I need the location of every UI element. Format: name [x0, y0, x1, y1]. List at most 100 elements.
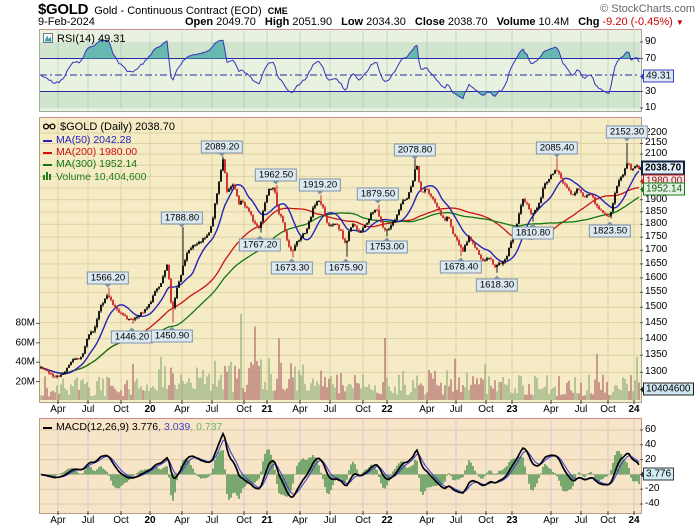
xtick-main: 22	[381, 404, 392, 415]
price-ytick: 1900	[645, 195, 667, 205]
volume-value-tag: 10404600	[643, 383, 694, 396]
volume-bars-icon	[43, 171, 52, 183]
price-annotation: 1678.40	[440, 261, 482, 274]
price-ytick: 1350	[645, 350, 667, 360]
xtick-main: Oct	[236, 404, 252, 415]
price-annotation: 1879.50	[357, 188, 399, 201]
price-annotation: 2152.30	[606, 126, 648, 139]
close-value: 2038.70	[448, 16, 488, 28]
volume-label: Volume	[497, 16, 536, 28]
price-annotation: 2078.80	[394, 144, 436, 157]
xtick-main: Jul	[82, 404, 95, 415]
high-value: 2051.90	[292, 16, 332, 28]
price-ytick: 1650	[645, 259, 667, 269]
macd-ytick: -20	[645, 484, 659, 494]
xtick-macd: Jul	[450, 515, 463, 526]
xtick-macd: Jul	[206, 515, 219, 526]
rsi-ytick: 70	[645, 54, 656, 64]
ma300-legend: MA(300) 1952.14	[56, 159, 137, 170]
volume-value: 10.4M	[539, 16, 570, 28]
xtick-macd: Oct	[355, 515, 371, 526]
macd-ytick: -40	[645, 499, 659, 509]
ma50-legend: MA(50) 2042.28	[56, 135, 131, 146]
xtick-main: Jul	[450, 404, 463, 415]
quote-line: 9-Feb-2024 Open2049.70 High2051.90 Low20…	[38, 16, 684, 28]
xtick-main: Jul	[575, 404, 588, 415]
price-annotation: 1673.30	[271, 262, 313, 275]
price-legend-title: $GOLD (Daily) 2038.70	[60, 122, 175, 133]
price-ytick: 1400	[645, 334, 667, 344]
rsi-indicator-icon	[43, 33, 53, 46]
low-value: 2034.30	[366, 16, 406, 28]
macd-ytick: 20	[645, 455, 656, 465]
macd-legend-hist: , 0.737	[190, 422, 222, 433]
price-annotation: 1919.20	[299, 179, 341, 192]
xtick-macd: 22	[381, 515, 392, 526]
rsi-legend-label: RSI(14) 49.31	[57, 34, 125, 45]
xtick-main: Oct	[600, 404, 616, 415]
macd-ytick: 60	[645, 425, 656, 435]
chg-down-triangle-icon: ▼	[676, 18, 684, 27]
xtick-macd: Oct	[600, 515, 616, 526]
rsi-ytick: 90	[645, 37, 656, 47]
volume-ytick: 80M	[0, 318, 35, 329]
price-annotation: 1446.20	[111, 331, 153, 344]
price-annotation: 1675.90	[325, 262, 367, 275]
price-annotation: 2089.20	[201, 141, 243, 154]
volume-ytick: 40M	[0, 357, 35, 368]
price-annotation: 2085.40	[536, 142, 578, 155]
xtick-macd: 21	[261, 515, 272, 526]
xtick-macd: Apr	[419, 515, 435, 526]
ma300-value-tag: 1952.14	[643, 183, 685, 196]
quote-date: 9-Feb-2024	[38, 16, 185, 28]
xtick-macd: Apr	[50, 515, 66, 526]
stockcharts-credit-link[interactable]: © StockCharts.com	[600, 3, 695, 15]
macd-legend-main: MACD(12,26,9) 3.776	[56, 422, 158, 433]
macd-ytick: 40	[645, 440, 656, 450]
price-annotation: 1962.50	[255, 169, 297, 182]
price-ytick: 1500	[645, 302, 667, 312]
price-ytick: 1850	[645, 207, 667, 217]
macd-value-tag: 3.776	[643, 468, 674, 481]
chg-value: -9.20 (-0.45%)	[603, 16, 673, 28]
open-label: Open	[185, 16, 213, 28]
xtick-main: 23	[506, 404, 517, 415]
ma300-line-icon	[43, 164, 52, 166]
volume-ytick: 60M	[0, 338, 35, 349]
price-annotation: 1767.20	[239, 239, 281, 252]
price-annotation: 1823.50	[589, 225, 631, 238]
ma200-line-icon	[43, 152, 52, 154]
inspect-glasses-icon	[43, 121, 56, 133]
last-price-tag: 2038.70	[641, 161, 685, 176]
price-ytick: 1550	[645, 287, 667, 297]
xtick-macd: Oct	[236, 515, 252, 526]
xtick-main: Oct	[355, 404, 371, 415]
xtick-macd: Apr	[543, 515, 559, 526]
price-ytick: 1800	[645, 219, 667, 229]
price-ytick: 1700	[645, 245, 667, 255]
exchange: CME	[268, 6, 288, 16]
price-ytick: 1300	[645, 367, 667, 377]
xtick-macd: 24	[628, 515, 639, 526]
rsi-ytick: 30	[645, 87, 656, 97]
xtick-macd: Jul	[324, 515, 337, 526]
price-annotation: 1618.30	[476, 279, 518, 292]
xtick-main: Oct	[478, 404, 494, 415]
price-annotation: 1450.90	[151, 330, 193, 343]
price-annotation: 1753.00	[366, 241, 408, 254]
xtick-macd: Jul	[82, 515, 95, 526]
xtick-main: Jul	[324, 404, 337, 415]
xtick-macd: 23	[506, 515, 517, 526]
xtick-main: Apr	[174, 404, 190, 415]
low-label: Low	[341, 16, 363, 28]
price-ytick: 2100	[645, 149, 667, 159]
xtick-main: 24	[628, 404, 639, 415]
xtick-main: Apr	[292, 404, 308, 415]
xtick-main: Apr	[50, 404, 66, 415]
rsi-ytick: 10	[645, 103, 656, 113]
xtick-main: Jul	[206, 404, 219, 415]
xtick-macd: Oct	[113, 515, 129, 526]
stockcharts-gold-chart: { "header": { "symbol": "$GOLD", "name":…	[0, 0, 700, 530]
rsi-value-tag: 49.31	[643, 70, 674, 83]
ma50-line-icon	[43, 140, 52, 142]
